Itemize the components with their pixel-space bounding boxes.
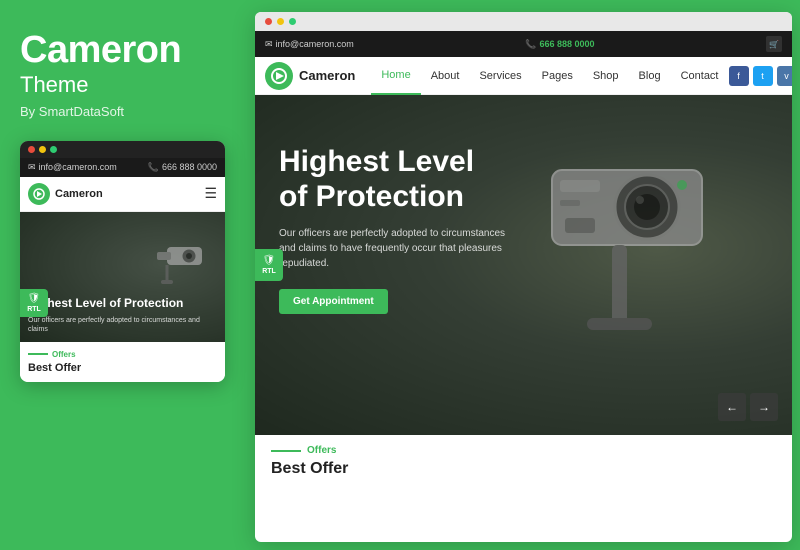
browser-offers-section: Offers Best Offer: [255, 435, 792, 488]
offers-label-browser: Offers: [307, 445, 336, 456]
hero-next-arrow[interactable]: →: [750, 393, 778, 421]
shield-icon-browser: 🛡: [263, 255, 276, 266]
dot-red: [28, 146, 35, 153]
best-offer-heading-mobile: Best Offer: [28, 362, 217, 374]
envelope-icon: ✉: [28, 162, 36, 173]
mobile-hero: Highest Level of Protection Our officers…: [20, 212, 225, 342]
mobile-phone-row: 📞 666 888 0000: [148, 162, 217, 173]
browser-logo-text: Cameron: [299, 68, 355, 83]
offers-row: Offers: [271, 445, 776, 456]
hero-nav-arrows: ← →: [718, 393, 778, 421]
offers-label-mobile: Offers: [52, 350, 76, 359]
menu-blog[interactable]: Blog: [629, 57, 671, 95]
hamburger-icon[interactable]: ☰: [204, 185, 217, 202]
hero-prev-arrow[interactable]: ←: [718, 393, 746, 421]
browser-nav-bar: ✉ info@cameron.com 📞 666 888 0000 🛒: [255, 31, 792, 57]
browser-dot-yellow: [277, 18, 284, 25]
browser-email-text: info@cameron.com: [276, 39, 354, 49]
hero-title: Highest Level of Protection: [279, 145, 521, 214]
mobile-hero-content: Highest Level of Protection Our officers…: [28, 296, 217, 334]
rtl-badge-mobile: 🛡 RTL: [20, 289, 48, 317]
dot-yellow: [39, 146, 46, 153]
mobile-offers: Offers Best Offer: [20, 342, 225, 382]
browser-topbar: [255, 12, 792, 31]
cart-icon[interactable]: 🛒: [766, 36, 782, 52]
mobile-hero-desc: Our officers are perfectly adopted to ci…: [28, 316, 217, 334]
social-icons: f t v G+: [729, 66, 793, 86]
browser-dot-red: [265, 18, 272, 25]
mobile-mockup: 🛡 RTL ✉ info@cameron.com 📞 666 888 0000: [20, 141, 225, 382]
browser-phone-text: 666 888 0000: [539, 39, 594, 49]
hero-description: Our officers are perfectly adopted to ci…: [279, 226, 519, 271]
mobile-phone: 666 888 0000: [162, 162, 217, 172]
menu-home[interactable]: Home: [371, 57, 420, 95]
browser-email-row: ✉ info@cameron.com: [265, 39, 354, 50]
browser-mockup: ✉ info@cameron.com 📞 666 888 0000 🛒 Came…: [255, 12, 792, 542]
brand-by: By SmartDataSoft: [20, 104, 225, 119]
mobile-topbar: [20, 141, 225, 158]
best-offer-title-browser: Best Offer: [271, 460, 776, 478]
rtl-label-browser: RTL: [262, 268, 276, 275]
browser-phone-row: 📞 666 888 0000: [525, 39, 594, 50]
left-panel: Cameron Theme By SmartDataSoft 🛡 RTL ✉ i…: [0, 0, 245, 550]
browser-dot-green: [289, 18, 296, 25]
phone-icon: 📞: [148, 162, 159, 173]
browser-menubar: Cameron Home About Services Pages Shop B…: [255, 57, 792, 95]
mobile-email-row: ✉ info@cameron.com: [28, 162, 117, 173]
mobile-logo-text: Cameron: [55, 188, 103, 200]
menu-services[interactable]: Services: [469, 57, 531, 95]
mobile-header-bar: ✉ info@cameron.com 📞 666 888 0000: [20, 158, 225, 177]
dot-green: [50, 146, 57, 153]
shield-icon-mobile: 🛡: [28, 293, 41, 304]
brand-name: Cameron: [20, 30, 225, 72]
browser-logo: Cameron: [265, 62, 355, 90]
mobile-hero-title: Highest Level of Protection: [28, 296, 217, 312]
menu-about[interactable]: About: [421, 57, 470, 95]
mobile-nav-bar: Cameron ☰: [20, 177, 225, 212]
twitter-icon[interactable]: t: [753, 66, 773, 86]
browser-nav-icons: 🛒: [766, 36, 782, 52]
menu-items: Home About Services Pages Shop Blog Cont…: [371, 57, 728, 95]
browser-hero: 🛡 RTL: [255, 95, 792, 435]
menu-contact[interactable]: Contact: [671, 57, 729, 95]
rtl-badge-browser: 🛡 RTL: [255, 249, 283, 281]
mobile-logo: Cameron: [28, 183, 103, 205]
vk-icon[interactable]: v: [777, 66, 793, 86]
mobile-logo-icon: [28, 183, 50, 205]
offers-dash: [28, 353, 48, 355]
brand-subtitle: Theme: [20, 72, 225, 98]
offers-dash-wide: [271, 450, 301, 452]
menu-pages[interactable]: Pages: [532, 57, 583, 95]
get-appointment-button[interactable]: Get Appointment: [279, 289, 388, 314]
browser-logo-icon: [265, 62, 293, 90]
menu-shop[interactable]: Shop: [583, 57, 629, 95]
mobile-email: info@cameron.com: [39, 162, 117, 172]
facebook-icon[interactable]: f: [729, 66, 749, 86]
browser-phone-icon: 📞: [525, 39, 536, 50]
hero-content: Highest Level of Protection Our officers…: [255, 95, 545, 314]
browser-envelope-icon: ✉: [265, 39, 273, 50]
